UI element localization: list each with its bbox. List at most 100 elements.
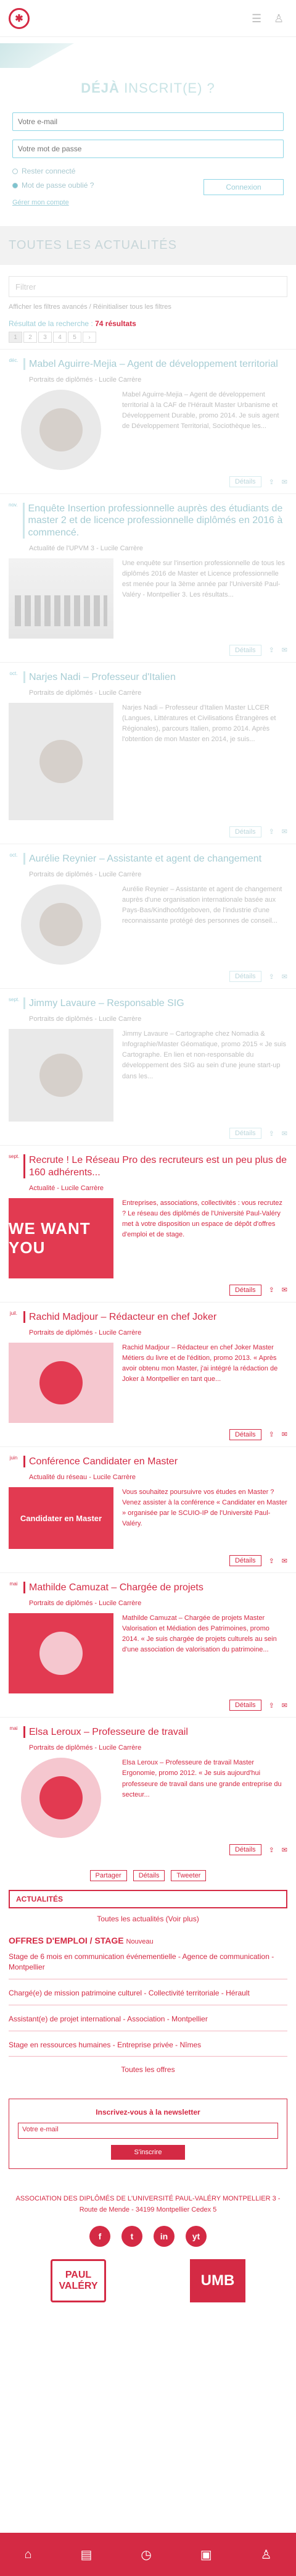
details-button[interactable]: Détails bbox=[229, 826, 261, 837]
article-title[interactable]: Jimmy Lavaure – Responsable SIG bbox=[23, 997, 184, 1010]
comment-icon[interactable]: ✉ bbox=[282, 1701, 287, 1710]
all-news-link[interactable]: Toutes les actualités (Voir plus) bbox=[0, 1915, 296, 1923]
university-seal-icon[interactable]: ✱ bbox=[9, 7, 30, 29]
article-photo[interactable] bbox=[9, 1613, 113, 1694]
forgot-radio[interactable] bbox=[12, 182, 18, 188]
article-image[interactable] bbox=[9, 558, 113, 639]
facebook-icon[interactable]: f bbox=[89, 2225, 110, 2247]
share-button[interactable]: Partager bbox=[89, 1870, 127, 1882]
newsletter-submit-button[interactable]: S'inscrire bbox=[111, 2145, 185, 2160]
comment-icon[interactable]: ✉ bbox=[282, 1846, 287, 1854]
remember-option[interactable]: Rester connecté bbox=[12, 167, 284, 175]
home-icon[interactable]: ⌂ bbox=[24, 2548, 31, 2562]
share-icon[interactable]: ⇪ bbox=[269, 1286, 274, 1294]
details-button[interactable]: Détails bbox=[229, 1429, 261, 1440]
share-icon[interactable]: ⇪ bbox=[269, 1557, 274, 1565]
share-icon[interactable]: ⇪ bbox=[269, 646, 274, 654]
offers-heading-text: OFFRES D'EMPLOI / STAGE bbox=[9, 1936, 124, 1946]
tweet-button[interactable]: Tweeter bbox=[171, 1870, 207, 1882]
events-icon[interactable]: ◷ bbox=[141, 2547, 151, 2562]
share-icon[interactable]: ⇪ bbox=[269, 478, 274, 486]
article-photo[interactable] bbox=[21, 390, 101, 471]
article-title[interactable]: Elsa Leroux – Professeure de travail bbox=[23, 1726, 188, 1739]
article-title[interactable]: Rachid Madjour – Rédacteur en chef Joker bbox=[23, 1311, 216, 1323]
profile-icon[interactable]: ♙ bbox=[261, 2547, 272, 2562]
all-news-bar[interactable]: ACTUALITÉS bbox=[9, 1890, 287, 1909]
article-image[interactable]: Candidater en Master bbox=[9, 1487, 113, 1550]
newsletter-email-input[interactable]: Votre e-mail bbox=[18, 2123, 278, 2139]
hamburger-icon[interactable]: ☰ bbox=[252, 13, 265, 24]
article-photo[interactable] bbox=[9, 1342, 113, 1423]
bottom-nav: ⌂ ▤ ◷ ▣ ♙ bbox=[0, 2533, 296, 2576]
article-photo[interactable] bbox=[21, 884, 101, 965]
page-4[interactable]: 4 bbox=[53, 332, 67, 343]
remember-checkbox[interactable] bbox=[12, 168, 18, 174]
user-icon[interactable]: ♙ bbox=[274, 13, 287, 24]
article-image[interactable]: WE WANT YOU bbox=[9, 1198, 113, 1278]
article-title[interactable]: Enquête Insertion professionnelle auprès… bbox=[22, 503, 287, 539]
comment-icon[interactable]: ✉ bbox=[282, 1557, 287, 1565]
manage-account-link[interactable]: Gérer mon compte bbox=[12, 199, 284, 206]
article-title[interactable]: Mabel Aguirre-Mejia – Agent de développe… bbox=[23, 358, 278, 371]
comment-icon[interactable]: ✉ bbox=[282, 828, 287, 836]
details-button[interactable]: Détails bbox=[229, 1555, 261, 1567]
offer-item[interactable]: Assistant(e) de projet international - A… bbox=[9, 2014, 287, 2031]
details-button[interactable]: Détails bbox=[229, 476, 261, 488]
share-icon[interactable]: ⇪ bbox=[269, 828, 274, 836]
article-title[interactable]: Mathilde Camuzat – Chargée de projets bbox=[23, 1582, 204, 1594]
portrait-face bbox=[39, 903, 83, 947]
comment-icon[interactable]: ✉ bbox=[282, 1286, 287, 1294]
page-next[interactable]: › bbox=[83, 332, 96, 343]
details-button[interactable]: Détails bbox=[229, 1128, 261, 1139]
youtube-icon[interactable]: yt bbox=[186, 2225, 207, 2247]
page-5[interactable]: 5 bbox=[68, 332, 81, 343]
article-excerpt: Mathilde Camuzat – Chargée de projets Ma… bbox=[122, 1614, 277, 1654]
page-1[interactable]: 1 bbox=[9, 332, 22, 343]
details-button[interactable]: Détails bbox=[133, 1870, 165, 1882]
details-button[interactable]: Détails bbox=[229, 1700, 261, 1711]
details-button[interactable]: Détails bbox=[229, 1844, 261, 1856]
article-photo[interactable] bbox=[21, 1758, 101, 1839]
share-icon[interactable]: ⇪ bbox=[269, 1846, 274, 1854]
password-field[interactable] bbox=[12, 140, 284, 158]
article-body: Jimmy Lavaure – Cartographe chez Nomadia… bbox=[9, 1029, 287, 1122]
page-3[interactable]: 3 bbox=[38, 332, 52, 343]
comment-icon[interactable]: ✉ bbox=[282, 1130, 287, 1138]
share-icon[interactable]: ⇪ bbox=[269, 973, 274, 981]
page-2[interactable]: 2 bbox=[23, 332, 37, 343]
connect-button[interactable]: Connexion bbox=[204, 179, 284, 195]
article-body: WE WANT YOU Entreprises, associations, c… bbox=[9, 1198, 287, 1278]
article-title[interactable]: Conférence Candidater en Master bbox=[23, 1455, 178, 1468]
paul-valery-logo[interactable]: PAUL VALÉRY bbox=[51, 2259, 106, 2302]
article-photo[interactable] bbox=[9, 702, 113, 820]
umb-logo[interactable]: UMB bbox=[190, 2259, 245, 2302]
details-button[interactable]: Détails bbox=[229, 644, 261, 656]
filter-input[interactable]: Filtrer bbox=[9, 276, 287, 297]
article-title[interactable]: Aurélie Reynier – Assistante et agent de… bbox=[23, 852, 261, 865]
offer-item[interactable]: Stage de 6 mois en communication événeme… bbox=[9, 1952, 287, 1980]
share-icon[interactable]: ⇪ bbox=[269, 1430, 274, 1438]
linkedin-icon[interactable]: in bbox=[154, 2225, 175, 2247]
filter-options-link[interactable]: Afficher les filtres avancés / Réinitial… bbox=[0, 303, 296, 311]
forgot-option[interactable]: Mot de passe oublié ? bbox=[12, 181, 94, 190]
news-icon[interactable]: ▤ bbox=[81, 2547, 92, 2562]
details-button[interactable]: Détails bbox=[229, 971, 261, 983]
twitter-icon[interactable]: t bbox=[121, 2225, 142, 2247]
jobs-icon[interactable]: ▣ bbox=[200, 2547, 212, 2562]
email-field[interactable] bbox=[12, 112, 284, 131]
article-subtitle: Portraits de diplômés - Lucile Carrère bbox=[29, 376, 142, 384]
all-offers-link[interactable]: Toutes les offres bbox=[9, 2065, 287, 2074]
share-icon[interactable]: ⇪ bbox=[269, 1130, 274, 1138]
comment-icon[interactable]: ✉ bbox=[282, 1430, 287, 1438]
article-title[interactable]: Recrute ! Le Réseau Pro des recruteurs e… bbox=[23, 1154, 287, 1178]
offer-item[interactable]: Stage en ressources humaines - Entrepris… bbox=[9, 2040, 287, 2057]
article-photo[interactable] bbox=[9, 1029, 113, 1122]
offer-item[interactable]: Chargé(e) de mission patrimoine culturel… bbox=[9, 1988, 287, 2005]
article-title[interactable]: Narjes Nadi – Professeur d'Italien bbox=[23, 671, 176, 683]
details-button[interactable]: Détails bbox=[229, 1284, 261, 1296]
article-excerpt: Entreprises, associations, collectivités… bbox=[122, 1199, 282, 1238]
comment-icon[interactable]: ✉ bbox=[282, 478, 287, 486]
comment-icon[interactable]: ✉ bbox=[282, 646, 287, 654]
share-icon[interactable]: ⇪ bbox=[269, 1701, 274, 1710]
comment-icon[interactable]: ✉ bbox=[282, 973, 287, 981]
